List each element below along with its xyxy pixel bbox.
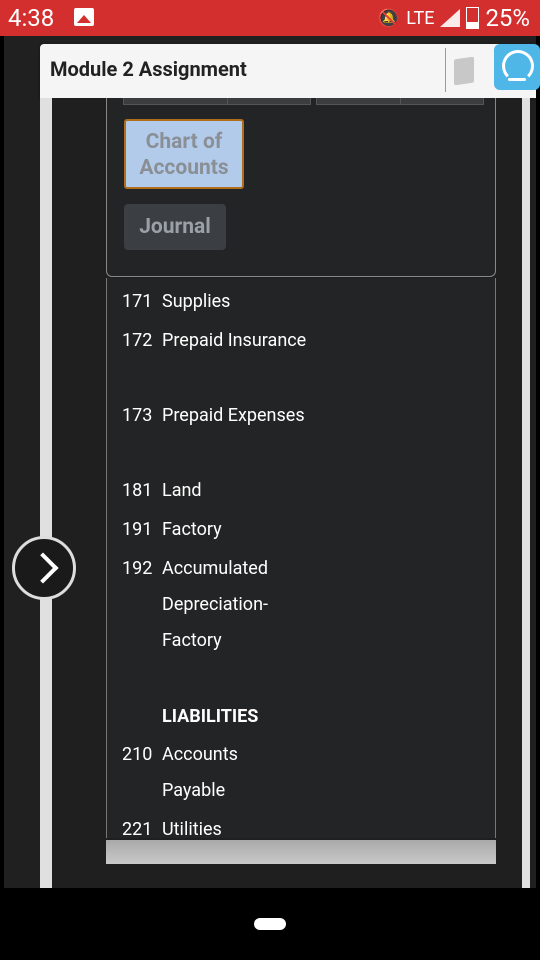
- status-bar: 4:38 🔕 LTE 25%: [0, 0, 540, 36]
- account-name: Land: [162, 480, 202, 501]
- account-name: Accumulated Depreciation-Factory: [162, 558, 268, 651]
- tool-button-partial[interactable]: [123, 98, 229, 105]
- status-time: 4:38: [8, 4, 55, 32]
- account-number: 172: [122, 330, 153, 351]
- account-number: 181: [122, 480, 153, 501]
- account-number: 171: [122, 291, 153, 312]
- chart-of-accounts-button[interactable]: Chart of Accounts: [124, 119, 244, 189]
- android-nav-bar: [0, 888, 540, 960]
- modal-title: Module 2 Assignment: [50, 57, 247, 81]
- home-button[interactable]: [254, 918, 286, 930]
- account-number: 191: [122, 519, 153, 540]
- signal-icon: [440, 9, 461, 27]
- battery-percent: 25%: [485, 4, 530, 32]
- modal-header: Module 2 Assignment: [40, 44, 536, 98]
- account-name: Factory: [162, 519, 222, 540]
- status-indicators: 🔕 LTE 25%: [378, 4, 530, 32]
- journal-button[interactable]: Journal: [124, 204, 226, 250]
- account-number: 221: [122, 819, 153, 838]
- account-name: Prepaid Expenses: [162, 405, 305, 426]
- account-name: Utilities: [162, 819, 222, 838]
- next-arrow-button[interactable]: [12, 536, 76, 600]
- battery-icon: [466, 7, 480, 29]
- tool-button-partial[interactable]: [316, 98, 402, 105]
- account-name: Supplies: [162, 291, 231, 312]
- header-divider: [445, 48, 446, 92]
- bell-muted-icon: 🔕: [377, 7, 401, 29]
- list-scroll-footer: [106, 840, 496, 864]
- tool-button-partial[interactable]: [400, 98, 484, 105]
- network-type: LTE: [406, 7, 435, 29]
- account-number: 192: [122, 558, 153, 579]
- account-name: Accounts Payable: [162, 744, 238, 801]
- account-name: Prepaid Insurance: [162, 330, 307, 351]
- chart-of-accounts-list: 171 Supplies 172 Prepaid Insurance 173 P…: [106, 278, 496, 838]
- account-number: 173: [122, 405, 153, 426]
- account-number: 210: [122, 744, 153, 765]
- headset-support-icon[interactable]: [494, 44, 540, 90]
- image-notification-icon: [74, 8, 94, 26]
- book-icon[interactable]: [454, 56, 474, 86]
- liabilities-heading: LIABILITIES: [162, 706, 259, 727]
- tool-button-partial[interactable]: [227, 98, 311, 105]
